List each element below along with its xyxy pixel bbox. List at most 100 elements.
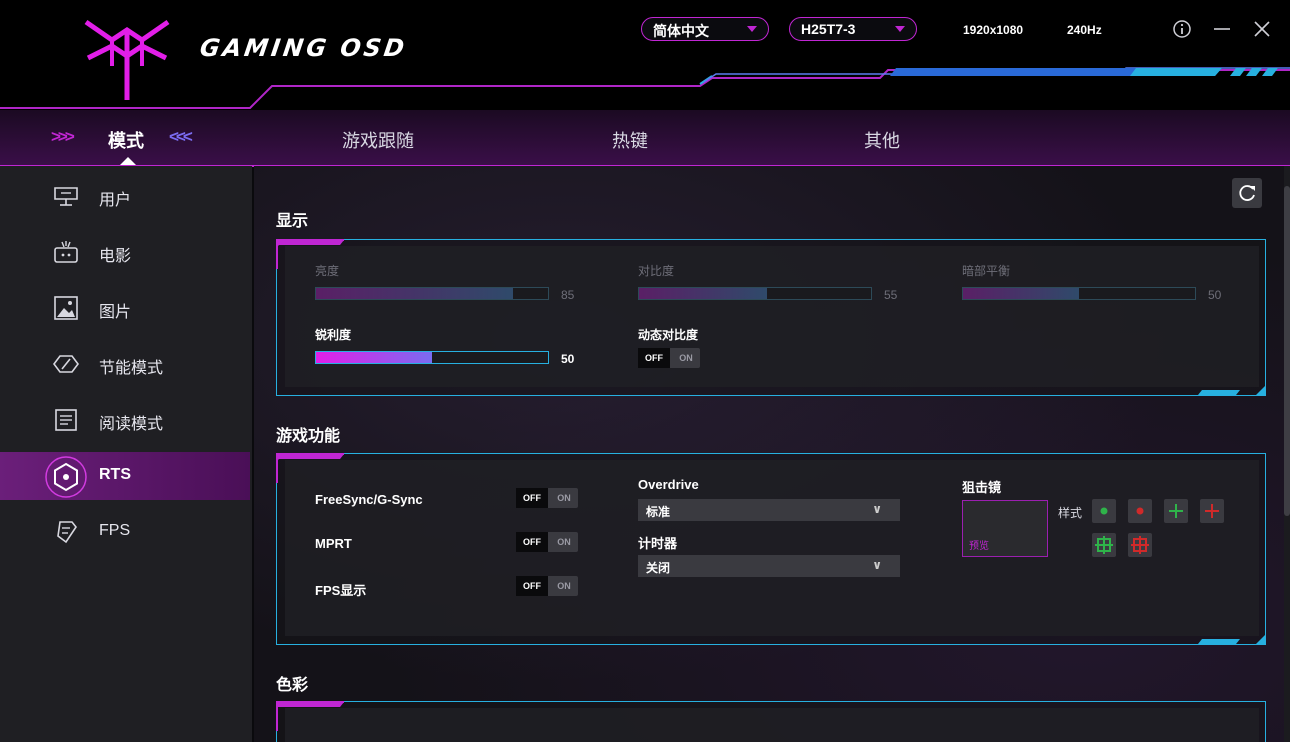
dark-balance-slider	[962, 287, 1196, 300]
color-panel-inner	[285, 708, 1259, 742]
sidebar-item-label: RTS	[99, 466, 131, 483]
brightness-value: 85	[561, 288, 575, 302]
contrast-slider	[638, 287, 872, 300]
rts-hexagon-icon	[45, 456, 87, 498]
timer-select[interactable]: 关闭 ∨	[638, 555, 900, 577]
display-panel-inner	[285, 246, 1259, 387]
reading-icon	[55, 409, 77, 431]
crosshair-reticle-red-icon[interactable]	[1128, 533, 1152, 557]
sharpness-slider[interactable]	[315, 351, 549, 364]
contrast-label: 对比度	[638, 264, 675, 278]
panel-corner-decor	[276, 453, 344, 483]
main-scrollbar[interactable]	[1284, 166, 1290, 742]
crosshair-preview: 预览	[962, 500, 1048, 557]
sidebar: 用户 电影 图片 节能模式 阅读模式 RTS FPS	[0, 166, 252, 742]
header-decoration	[0, 67, 1290, 109]
crosshair-label: 狙击镜	[962, 480, 1002, 495]
section-title-game: 游戏功能	[276, 428, 341, 445]
dcr-label: 动态对比度	[638, 328, 699, 342]
game-panel: FreeSync/G-Sync OFF ON MPRT OFF ON FPS显示…	[276, 453, 1266, 645]
toggle-off-label: OFF	[516, 532, 548, 552]
sidebar-item-rts[interactable]: RTS	[0, 452, 250, 500]
toggle-on-label: ON	[557, 537, 571, 547]
sidebar-item-label: 节能模式	[99, 360, 164, 377]
toggle-off-label: OFF	[638, 348, 670, 368]
brightness-slider	[315, 287, 549, 300]
sidebar-item-reading[interactable]: 阅读模式	[0, 396, 250, 444]
close-icon[interactable]	[1251, 18, 1273, 40]
toggle-off-label: OFF	[516, 576, 548, 596]
sharpness-label: 锐利度	[315, 328, 352, 342]
sharpness-slider-fill	[316, 352, 432, 363]
chevron-down-icon	[895, 26, 905, 32]
panel-corner-decor	[276, 701, 344, 731]
tab-hotkeys[interactable]: 热键	[612, 127, 648, 153]
active-tab-indicator-icon	[120, 157, 136, 165]
info-icon[interactable]	[1171, 18, 1193, 40]
main-tab-bar: >>> 模式 <<< 游戏跟随 热键 其他	[0, 110, 1290, 167]
crosshair-plus-red-icon[interactable]	[1200, 499, 1224, 523]
dcr-toggle[interactable]: OFF ON	[638, 348, 700, 368]
sidebar-item-fps[interactable]: FPS	[0, 508, 250, 556]
main-content: 显示 亮度 85 对比度 55 暗部平衡 50 锐利度 50 动态对比度 OFF…	[254, 166, 1284, 742]
brightness-label: 亮度	[315, 264, 340, 278]
timer-label: 计时器	[638, 536, 678, 551]
model-select[interactable]: H25T7-3	[789, 17, 917, 41]
tab-mode[interactable]: 模式	[108, 127, 144, 153]
user-monitor-icon	[54, 187, 78, 206]
crosshair-reticle-green-icon[interactable]	[1092, 533, 1116, 557]
display-panel: 亮度 85 对比度 55 暗部平衡 50 锐利度 50 动态对比度 OFF ON	[276, 239, 1266, 396]
sidebar-item-eco[interactable]: 节能模式	[0, 340, 250, 388]
eco-icon	[53, 355, 79, 373]
tab-game-follow[interactable]: 游戏跟随	[342, 127, 414, 153]
chevron-down-icon: ∨	[872, 558, 882, 572]
crosshair-style-label: 样式	[1058, 506, 1083, 520]
sidebar-item-label: 电影	[99, 248, 132, 265]
toggle-on-label: ON	[557, 493, 571, 503]
chevron-down-icon: ∨	[872, 502, 882, 516]
tab-other[interactable]: 其他	[864, 127, 900, 153]
brightness-slider-fill	[316, 288, 514, 299]
sidebar-item-label: 图片	[99, 304, 132, 321]
fps-icon	[57, 521, 77, 544]
crosshair-plus-green-icon[interactable]	[1164, 499, 1188, 523]
language-select[interactable]: 简体中文	[641, 17, 769, 41]
dark-balance-label: 暗部平衡	[962, 264, 1011, 278]
contrast-slider-fill	[639, 288, 767, 299]
section-title-display: 显示	[276, 213, 309, 230]
sidebar-item-label: 用户	[99, 192, 132, 209]
chevron-left-decor-icon: <<<	[169, 127, 193, 146]
sharpness-value: 50	[561, 352, 575, 366]
freesync-toggle[interactable]: OFF ON	[516, 488, 578, 508]
mprt-label: MPRT	[315, 536, 352, 551]
contrast-value: 55	[884, 288, 898, 302]
sidebar-item-movie[interactable]: 电影	[0, 228, 250, 276]
overdrive-select[interactable]: 标准 ∨	[638, 499, 900, 521]
dark-balance-slider-fill	[963, 288, 1079, 299]
crosshair-dot-green-icon[interactable]	[1092, 499, 1116, 523]
panel-corner-decor	[1198, 615, 1265, 644]
timer-value: 关闭	[646, 561, 671, 575]
sidebar-item-picture[interactable]: 图片	[0, 284, 250, 332]
freesync-label: FreeSync/G-Sync	[315, 492, 423, 507]
movie-tv-icon	[54, 241, 78, 263]
dark-balance-value: 50	[1208, 288, 1222, 302]
refresh-icon[interactable]	[1232, 178, 1262, 208]
sidebar-item-label: 阅读模式	[99, 416, 164, 433]
chevron-right-decor-icon: >>>	[51, 127, 75, 146]
toggle-on-label: ON	[679, 353, 693, 363]
fps-display-toggle[interactable]: OFF ON	[516, 576, 578, 596]
language-value: 简体中文	[653, 23, 709, 39]
mprt-toggle[interactable]: OFF ON	[516, 532, 578, 552]
minimize-icon[interactable]	[1211, 18, 1233, 40]
toggle-on-label: ON	[557, 581, 571, 591]
crosshair-dot-red-icon[interactable]	[1128, 499, 1152, 523]
scrollbar-thumb[interactable]	[1284, 186, 1290, 516]
picture-icon	[54, 296, 78, 320]
overdrive-value: 标准	[646, 505, 671, 519]
sidebar-item-user[interactable]: 用户	[0, 172, 250, 220]
sidebar-item-label: FPS	[99, 522, 131, 539]
section-title-color: 色彩	[276, 677, 309, 694]
crosshair-preview-label: 预览	[969, 541, 989, 552]
resolution-text: 1920x1080	[963, 23, 1024, 37]
